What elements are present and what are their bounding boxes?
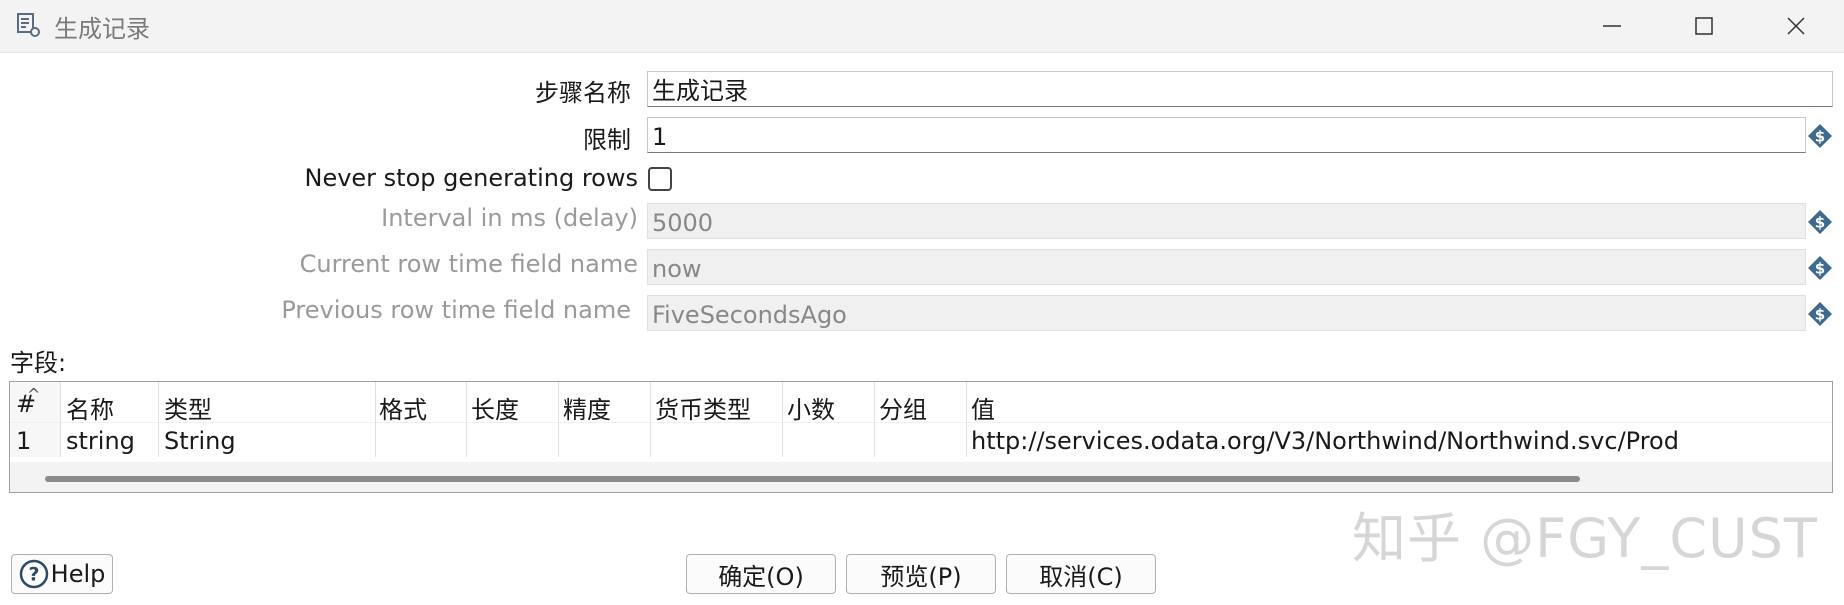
column-header-type[interactable]: 类型 (164, 390, 212, 425)
close-button[interactable] (1750, 0, 1842, 52)
horizontal-scrollbar-thumb[interactable] (45, 476, 1580, 482)
never-stop-checkbox[interactable] (648, 167, 672, 191)
column-header-length[interactable]: 长度 (471, 390, 519, 425)
cancel-button[interactable]: 取消(C) (1006, 554, 1156, 594)
column-header-number[interactable]: # (16, 390, 36, 418)
column-divider (60, 382, 61, 457)
column-divider (782, 382, 783, 457)
previous-row-time-label: Previous row time field name (281, 296, 631, 324)
name-cell[interactable]: string (66, 427, 135, 455)
watermark: 知乎 @FGY_CUST (1352, 507, 1818, 570)
interval-input: 5000 (647, 203, 1806, 239)
step-icon (17, 13, 40, 37)
close-icon (1787, 17, 1805, 35)
maximize-button[interactable] (1658, 0, 1750, 52)
help-button[interactable]: ? Help (11, 554, 113, 594)
step-name-label: 步骤名称 (535, 79, 631, 107)
column-divider (158, 382, 159, 457)
column-header-name[interactable]: 名称 (66, 390, 114, 425)
column-divider (375, 382, 376, 457)
row-number-cell[interactable]: 1 (16, 427, 31, 455)
ok-button[interactable]: 确定(O) (686, 554, 836, 594)
svg-text:$: $ (1815, 128, 1825, 146)
column-header-value[interactable]: 值 (971, 390, 995, 425)
svg-text:$: $ (1815, 214, 1825, 232)
minimize-icon (1603, 25, 1621, 27)
limit-label: 限制 (583, 126, 631, 154)
dollar-variable-icon: $ (1808, 256, 1832, 280)
preview-button[interactable]: 预览(P) (846, 554, 996, 594)
column-divider (466, 382, 467, 457)
dollar-variable-icon: $ (1808, 302, 1832, 326)
current-row-time-label: Current row time field name (299, 250, 638, 278)
type-cell[interactable]: String (164, 427, 236, 455)
fields-section-label: 字段: (10, 349, 67, 377)
column-header-decimal[interactable]: 小数 (787, 390, 835, 425)
svg-text:$: $ (1815, 306, 1825, 324)
limit-input[interactable]: 1 (647, 117, 1806, 153)
dollar-variable-icon[interactable]: $ (1807, 123, 1833, 149)
maximize-icon (1695, 17, 1713, 35)
svg-text:$: $ (1815, 260, 1825, 278)
help-button-label: Help (50, 560, 106, 588)
current-row-time-input: now (647, 249, 1806, 285)
column-divider (874, 382, 875, 457)
column-divider (558, 382, 559, 457)
step-name-input[interactable]: 生成记录 (647, 71, 1833, 107)
never-stop-label: Never stop generating rows (304, 164, 638, 192)
column-divider (650, 382, 651, 457)
interval-label: Interval in ms (delay) (381, 204, 638, 232)
minimize-button[interactable] (1566, 0, 1658, 52)
dollar-variable-icon: $ (1808, 210, 1832, 234)
column-header-format[interactable]: 格式 (379, 390, 427, 425)
fields-table[interactable]: ^ # 名称 类型 格式 长度 精度 货币类型 小数 分组 值 1 string… (9, 381, 1833, 493)
previous-row-time-input: FiveSecondsAgo (647, 295, 1806, 331)
svg-text:?: ? (28, 564, 39, 586)
help-icon: ? (19, 559, 48, 589)
column-header-precision[interactable]: 精度 (563, 390, 611, 425)
column-divider (966, 382, 967, 457)
column-header-currency[interactable]: 货币类型 (655, 390, 751, 425)
column-header-group[interactable]: 分组 (879, 390, 927, 425)
window-title: 生成记录 (54, 15, 150, 43)
value-cell[interactable]: http://services.odata.org/V3/Northwind/N… (971, 427, 1679, 455)
title-bar: 生成记录 (0, 0, 1844, 53)
